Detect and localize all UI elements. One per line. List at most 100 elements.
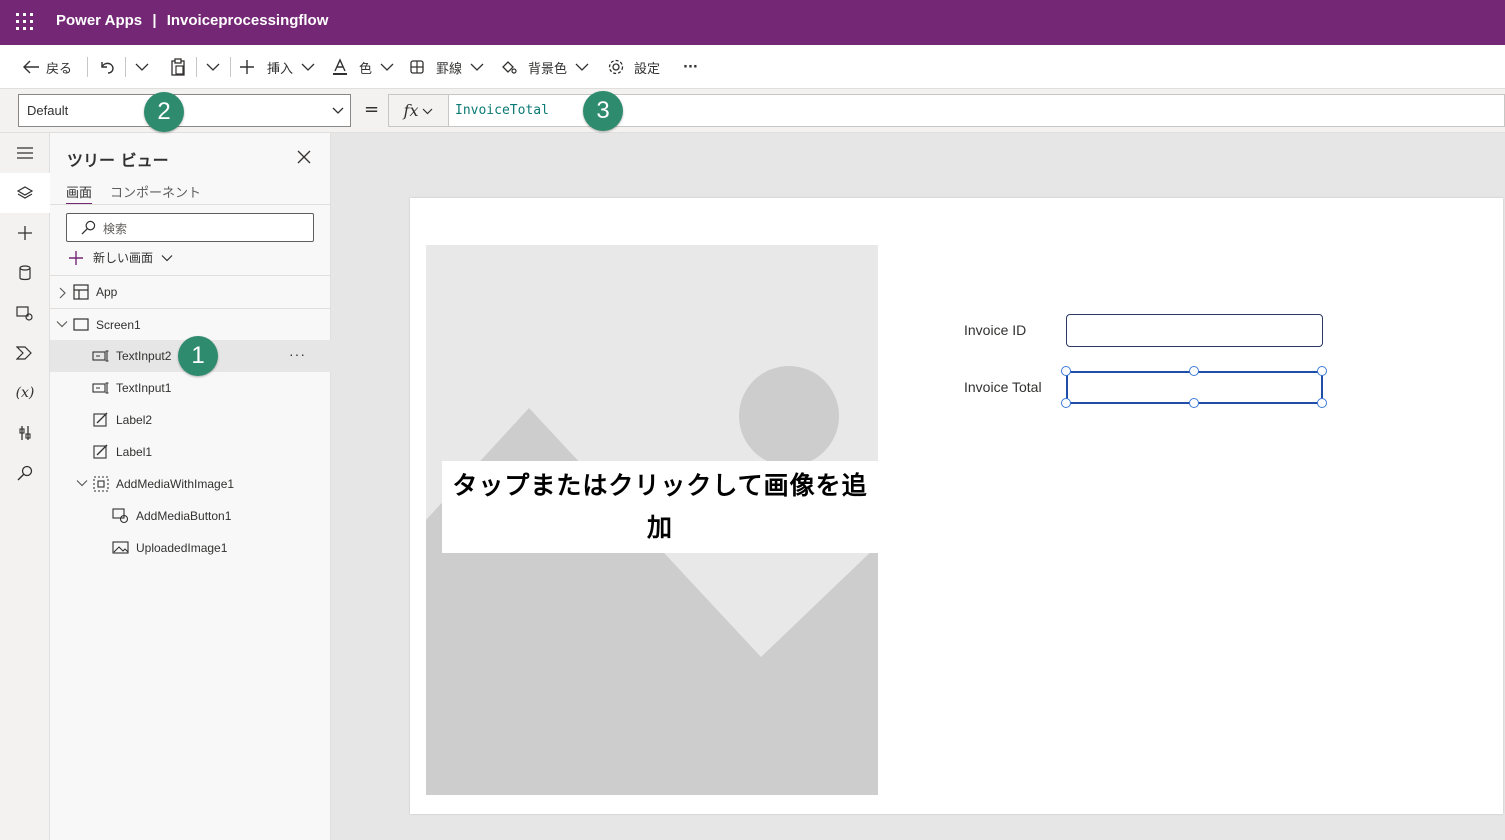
app-launcher-icon[interactable] — [16, 13, 34, 31]
tree-item-label2[interactable]: Label2 — [50, 404, 331, 436]
app-title: Power Apps | Invoiceprocessingflow — [56, 12, 328, 29]
undo-dropdown-button[interactable] — [135, 45, 149, 89]
border-button[interactable]: 罫線 — [409, 45, 484, 89]
back-arrow-icon — [23, 60, 39, 74]
screen-icon — [73, 318, 89, 331]
separator — [125, 57, 126, 77]
tree-item-label: Label1 — [116, 445, 153, 459]
app-icon — [73, 284, 89, 300]
gear-icon — [608, 59, 624, 75]
database-icon — [19, 265, 31, 281]
fill-label: 背景色 — [528, 61, 568, 77]
add-media-icon — [112, 508, 129, 524]
settings-label: 設定 — [634, 61, 661, 77]
new-screen-label: 新しい画面 — [93, 251, 154, 265]
hamburger-icon — [17, 147, 33, 159]
tree-item-label: TextInput1 — [116, 381, 172, 395]
command-bar: 戻る 挿入 色 罫線 背景色 設定 ··· — [0, 45, 1505, 89]
tree-view-button[interactable] — [0, 173, 50, 213]
tree-search-input[interactable]: 検索 — [66, 213, 314, 242]
menu-button[interactable] — [0, 133, 50, 173]
more-commands-button[interactable]: ··· — [683, 45, 698, 89]
variables-button[interactable]: (x) — [0, 373, 50, 413]
tree-item-app[interactable]: App — [50, 276, 331, 308]
tree-item-label: App — [96, 285, 118, 299]
separator — [87, 57, 88, 77]
invoice-total-label: Invoice Total — [964, 379, 1042, 395]
resize-handle[interactable] — [1189, 398, 1199, 408]
chevron-down-icon — [423, 108, 433, 114]
undo-button[interactable] — [98, 45, 116, 89]
tree-item-label: Screen1 — [96, 318, 141, 332]
formula-text: InvoiceTotal — [455, 103, 549, 118]
more-icon: ··· — [683, 59, 698, 75]
formula-bar: Default = fx InvoiceTotal — [0, 89, 1505, 133]
chevron-down-icon — [161, 254, 173, 261]
more-options-button[interactable]: ··· — [289, 346, 306, 362]
insert-button[interactable]: 挿入 — [239, 45, 315, 89]
layers-icon — [17, 186, 33, 199]
flow-icon — [16, 346, 32, 360]
tree-item-label1[interactable]: Label1 — [50, 436, 331, 468]
tab-screens[interactable]: 画面 — [66, 182, 93, 205]
paste-button[interactable] — [169, 45, 187, 89]
paste-dropdown-button[interactable] — [206, 45, 220, 89]
fx-button[interactable]: fx — [388, 94, 448, 127]
variables-icon: (x) — [15, 385, 35, 401]
tree-item-label: AddMediaWithImage1 — [116, 477, 235, 491]
resize-handle[interactable] — [1317, 398, 1327, 408]
resize-handle[interactable] — [1061, 366, 1071, 376]
chevron-down-icon — [206, 63, 220, 71]
advanced-tools-button[interactable] — [0, 413, 50, 453]
back-button[interactable]: 戻る — [22, 45, 72, 89]
font-color-icon — [333, 58, 347, 75]
chevron-down-icon — [332, 107, 344, 114]
resize-handle[interactable] — [1061, 398, 1071, 408]
fill-button[interactable]: 背景色 — [500, 45, 589, 89]
search-icon — [81, 220, 96, 235]
color-button[interactable]: 色 — [331, 45, 394, 89]
resize-handle[interactable] — [1189, 366, 1199, 376]
tree-item-textinput1[interactable]: TextInput1 — [50, 372, 331, 404]
chevron-down-icon — [470, 63, 484, 71]
back-label: 戻る — [46, 61, 73, 77]
close-button[interactable] — [297, 149, 311, 168]
plus-icon — [240, 60, 254, 74]
new-screen-button[interactable]: 新しい画面 — [68, 249, 173, 266]
label-icon — [93, 444, 108, 459]
tree-item-uploadedimage1[interactable]: UploadedImage1 — [50, 532, 331, 564]
property-dropdown[interactable]: Default — [18, 94, 351, 127]
text-input-icon — [92, 350, 109, 362]
callout-badge-1: 1 — [178, 336, 218, 376]
left-rail: (x) — [0, 133, 50, 840]
fx-icon: fx — [403, 101, 419, 120]
add-media-button[interactable]: タップまたはクリックして画像を追加 — [442, 461, 878, 553]
search-icon — [17, 465, 33, 481]
tree-item-addmediawithimage1[interactable]: AddMediaWithImage1 — [50, 468, 331, 500]
property-value: Default — [27, 103, 69, 118]
insert-label: 挿入 — [267, 61, 294, 77]
chevron-down-icon — [575, 63, 589, 71]
tree-item-label: Label2 — [116, 413, 153, 427]
tree-item-label: UploadedImage1 — [136, 541, 228, 555]
tree-view-title: ツリー ビュー — [67, 151, 169, 170]
invoice-id-label: Invoice ID — [964, 322, 1027, 338]
separator — [196, 57, 197, 77]
close-icon — [297, 150, 311, 164]
media-button[interactable] — [0, 293, 50, 333]
border-icon — [410, 60, 424, 74]
tree-item-label: AddMediaButton1 — [136, 509, 232, 523]
invoice-id-input[interactable] — [1066, 314, 1323, 347]
tab-components[interactable]: コンポーネント — [110, 182, 201, 201]
chevron-down-icon — [380, 63, 394, 71]
data-button[interactable] — [0, 253, 50, 293]
insert-pane-button[interactable] — [0, 213, 50, 253]
resize-handle[interactable] — [1317, 366, 1327, 376]
settings-button[interactable]: 設定 — [607, 45, 660, 89]
tree-item-addmediabutton1[interactable]: AddMediaButton1 — [50, 500, 331, 532]
search-button[interactable] — [0, 453, 50, 493]
clipboard-icon — [171, 58, 185, 76]
plus-icon — [69, 250, 83, 265]
power-automate-button[interactable] — [0, 333, 50, 373]
label-icon — [93, 412, 108, 427]
